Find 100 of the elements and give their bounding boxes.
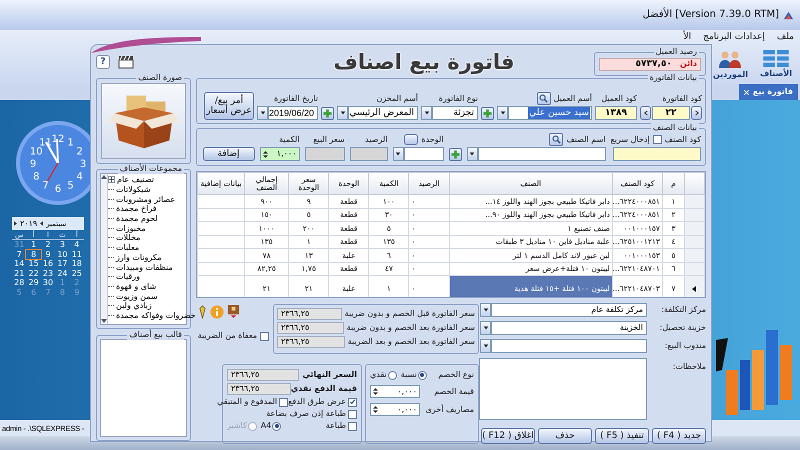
date-field[interactable]: 2019/06/20	[268, 106, 318, 120]
action-button[interactable]: حذف	[538, 428, 592, 444]
notes-field[interactable]	[479, 358, 647, 420]
checkbox[interactable]	[652, 135, 662, 144]
other-expenses-field[interactable]: ٠,٠٠٠	[370, 403, 420, 416]
menu-item[interactable]: الأ	[683, 32, 692, 43]
item-name-field[interactable]	[478, 147, 606, 161]
price-field[interactable]	[304, 147, 345, 161]
invoice-type-field[interactable]: تجزئة	[432, 106, 478, 120]
calendar-day[interactable]: 18	[70, 259, 84, 268]
calendar-day[interactable]: 9	[40, 250, 56, 259]
item-code-field[interactable]	[613, 147, 701, 161]
cost-center-field[interactable]: مركز تكلفة عام	[491, 302, 647, 316]
unit-button[interactable]	[404, 134, 418, 145]
salesman-field[interactable]	[491, 338, 647, 352]
spinner-icon[interactable]	[262, 150, 268, 158]
arrow-button[interactable]	[640, 106, 651, 120]
calendar-day[interactable]: 21	[12, 268, 26, 278]
action-button[interactable]: اغلاق ( F12 )	[481, 428, 535, 444]
calendar-day[interactable]: 24	[55, 268, 70, 278]
add-button[interactable]	[481, 107, 494, 120]
calendar-day[interactable]: 29	[26, 278, 41, 288]
search-button[interactable]	[549, 133, 564, 146]
spinner-icon[interactable]	[373, 387, 378, 396]
tree-item[interactable]: لحوم مجمدة	[116, 214, 158, 224]
dropdown-button[interactable]	[497, 106, 508, 120]
expand-toggle[interactable]	[108, 176, 115, 184]
toolbar-button[interactable]: الموردين	[710, 50, 750, 80]
dropdown-button[interactable]	[466, 147, 478, 161]
search-button[interactable]	[536, 92, 551, 105]
toolbar-button[interactable]: الأصناف	[758, 50, 794, 80]
up-arrow-icon[interactable]	[101, 175, 107, 179]
calendar-year[interactable]: ٢٠١٩	[20, 218, 38, 228]
calendar-day[interactable]: 2	[40, 240, 56, 250]
calendar-day[interactable]: 15	[26, 259, 41, 268]
box-icon[interactable]	[226, 304, 240, 319]
close-icon[interactable]	[744, 90, 749, 94]
calendar-day[interactable]: 25	[70, 268, 84, 278]
calendar-day[interactable]: 28	[12, 278, 26, 288]
pen-icon[interactable]	[198, 304, 207, 318]
dropdown-button[interactable]	[421, 106, 432, 120]
tree-item[interactable]: فراخ مجمدة	[116, 204, 157, 214]
calendar-day[interactable]: 30	[40, 278, 56, 288]
calendar-day[interactable]: 22	[26, 268, 41, 278]
radio-button[interactable]	[418, 370, 427, 380]
calendar-day[interactable]: 10	[55, 250, 70, 259]
order-button[interactable]: أمر بيع/ عرض أسعار	[204, 92, 254, 120]
checkbox[interactable]	[348, 410, 357, 418]
row-indicator[interactable]	[684, 276, 704, 297]
tree-item[interactable]: زبادي ولبن	[116, 301, 152, 310]
tree-item[interactable]: سمن وزيوت	[116, 292, 158, 301]
radio-button[interactable]	[388, 370, 397, 380]
action-button[interactable]: جديد ( F4 )	[652, 428, 706, 444]
tree-item[interactable]: معلبات	[116, 243, 140, 252]
checkbox[interactable]	[348, 398, 357, 406]
dropdown-button[interactable]	[480, 338, 491, 352]
menu-item[interactable]: إعدادات البرنامج	[703, 32, 765, 43]
discount-field[interactable]: ٠,٠٠٠	[370, 385, 420, 398]
calendar-day[interactable]: 1	[26, 240, 41, 250]
quantity-field[interactable]: ١,٠٠٠	[260, 147, 300, 161]
action-button[interactable]: تنفيذ ( F5 )	[595, 428, 649, 444]
checkbox[interactable]	[260, 332, 269, 340]
spinner-icon[interactable]	[373, 405, 378, 414]
calendar-day[interactable]: 3	[55, 240, 70, 250]
tree-item[interactable]: مخللات	[116, 233, 140, 242]
dropdown-button[interactable]	[337, 106, 348, 120]
help-button[interactable]: ?	[96, 55, 110, 69]
tree-item[interactable]: مكرونات وارز	[116, 252, 162, 262]
calendar-day[interactable]: 23	[40, 268, 56, 278]
add-item-button[interactable]: إضافة	[202, 147, 255, 161]
calendar-day[interactable]: 11	[70, 250, 84, 259]
previous-icon[interactable]	[40, 221, 44, 226]
checkbox[interactable]	[279, 398, 288, 406]
scrollbar[interactable]	[101, 174, 108, 324]
tree-item[interactable]: شيكولاتات	[116, 185, 150, 194]
checkbox[interactable]	[348, 422, 357, 430]
calendar-day[interactable]: 14	[12, 259, 26, 268]
customer-name-field[interactable]: سيد حسين علي	[508, 106, 592, 120]
store-field[interactable]: المعرض الرئيسي	[348, 106, 418, 120]
radio-button[interactable]	[272, 422, 282, 430]
down-arrow-icon[interactable]	[101, 319, 107, 323]
arrow-button[interactable]	[691, 106, 702, 120]
dropdown-button[interactable]	[480, 320, 491, 334]
tab[interactable]: فاتورة بيع	[738, 84, 798, 100]
calendar-day[interactable]: 8	[26, 250, 41, 259]
calendar-day[interactable]: 16	[40, 259, 56, 268]
customer-code-field[interactable]: ١٣٨٩	[595, 106, 637, 120]
dropdown-button[interactable]	[392, 147, 404, 161]
invoice-code-field[interactable]: ٢٢	[652, 106, 690, 120]
unit-field[interactable]	[404, 147, 444, 161]
dropdown-button[interactable]	[480, 302, 491, 316]
next-icon[interactable]	[14, 221, 17, 226]
add-button[interactable]	[321, 107, 334, 120]
balance-field[interactable]	[350, 147, 388, 161]
tree-item[interactable]: خضروات وفواكه مجمدة	[116, 310, 196, 320]
menu-item[interactable]: ملف	[776, 32, 794, 43]
calendar-day[interactable]: 17	[55, 259, 70, 268]
add-button[interactable]	[448, 148, 462, 161]
dropdown-button[interactable]	[257, 106, 268, 120]
tree-item[interactable]: تصنيف عام	[117, 175, 154, 184]
